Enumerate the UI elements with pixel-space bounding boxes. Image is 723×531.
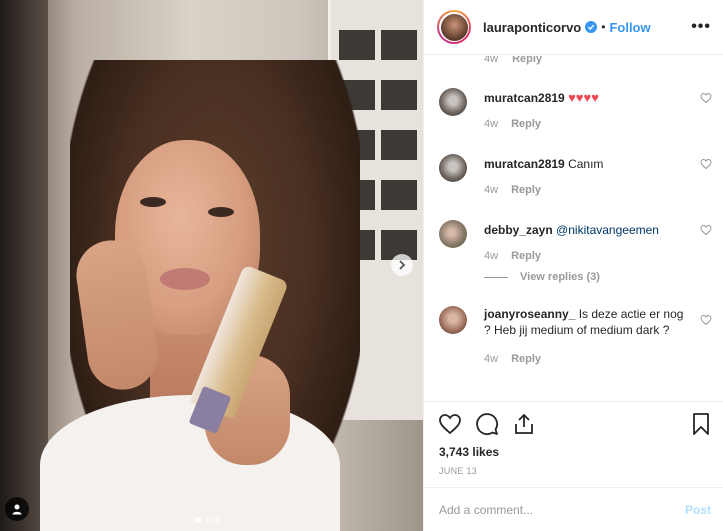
comment-time: 4w: [484, 56, 499, 65]
post-actions: 3,743 likes JUNE 13: [424, 401, 723, 487]
commenter-avatar[interactable]: [439, 88, 467, 116]
view-replies-divider: [484, 276, 508, 278]
comment-input[interactable]: [439, 502, 685, 517]
carousel-dot-active: [195, 517, 201, 523]
user-tag-icon: [12, 504, 22, 515]
list-item: muratcan2819 ♥♥♥♥ 4w Reply: [439, 88, 714, 130]
post-date[interactable]: JUNE 13: [439, 466, 477, 476]
list-item: muratcan2819 Canım 4w Reply: [439, 154, 714, 196]
user-tag-button[interactable]: [5, 497, 29, 521]
reply-button[interactable]: Reply: [511, 250, 541, 262]
follow-button[interactable]: Follow: [609, 20, 650, 35]
photo-subject-eye: [140, 197, 166, 207]
comment-username[interactable]: joanyroseanny_: [484, 307, 575, 321]
like-comment-icon[interactable]: [700, 224, 712, 236]
commenter-avatar[interactable]: [439, 306, 467, 334]
chevron-right-icon: [399, 260, 406, 270]
carousel-indicator: [195, 517, 221, 523]
post-comment-button[interactable]: Post: [685, 503, 711, 517]
reply-button[interactable]: Reply: [512, 56, 542, 65]
comment-text: Canım: [568, 157, 604, 171]
carousel-dot: [215, 517, 221, 523]
post-photo[interactable]: [0, 0, 423, 531]
photo-subject-top: [40, 395, 340, 531]
verified-badge-icon: [585, 21, 598, 33]
like-comment-icon[interactable]: [700, 158, 712, 170]
post-details-panel: lauraponticorvo • Follow ••• 4w Reply mur…: [423, 0, 723, 531]
comment-icon[interactable]: [475, 412, 499, 436]
comment-username[interactable]: debby_zayn: [484, 223, 553, 237]
author-username[interactable]: lauraponticorvo: [483, 20, 581, 35]
comment-time: 4w: [484, 184, 499, 196]
add-comment-bar: Post: [424, 487, 723, 531]
comment-text: ♥♥♥♥: [568, 90, 599, 105]
list-item: debby_zayn @nikitavangeemen 4w Reply View…: [439, 220, 714, 283]
comment-mention-link[interactable]: @nikitavangeemen: [556, 223, 659, 237]
comment-time: 4w: [484, 250, 499, 262]
photo-background-left: [0, 0, 48, 531]
reply-button[interactable]: Reply: [511, 184, 541, 196]
likes-count[interactable]: 3,743 likes: [439, 445, 499, 459]
heart-icon[interactable]: [438, 412, 462, 436]
list-item: joanyroseanny_ Is deze actie er nog ? He…: [439, 306, 714, 365]
reply-button[interactable]: Reply: [511, 118, 541, 130]
comments-list[interactable]: 4w Reply muratcan2819 ♥♥♥♥ 4w Reply muratc…: [424, 56, 723, 401]
like-comment-icon[interactable]: [700, 92, 712, 104]
commenter-avatar[interactable]: [439, 154, 467, 182]
carousel-dot: [205, 517, 211, 523]
commenter-avatar[interactable]: [439, 220, 467, 248]
reply-button[interactable]: Reply: [511, 353, 541, 365]
comment-time: 4w: [484, 353, 499, 365]
post-header: lauraponticorvo • Follow •••: [424, 0, 723, 55]
more-options-icon[interactable]: •••: [691, 18, 711, 36]
bookmark-icon[interactable]: [689, 412, 713, 436]
view-replies-label: View replies (3): [520, 271, 600, 283]
carousel-next-button[interactable]: [391, 254, 413, 276]
view-replies-button[interactable]: View replies (3): [484, 271, 714, 283]
author-avatar[interactable]: [437, 10, 471, 44]
partial-comment-meta: 4w Reply: [484, 56, 556, 65]
comment-time: 4w: [484, 118, 499, 130]
like-comment-icon[interactable]: [700, 314, 712, 326]
photo-subject-lips: [160, 268, 210, 290]
share-icon[interactable]: [512, 412, 536, 436]
comment-username[interactable]: muratcan2819: [484, 91, 565, 105]
separator-bullet: •: [601, 20, 606, 34]
photo-subject-eye: [208, 207, 234, 217]
comment-username[interactable]: muratcan2819: [484, 157, 565, 171]
